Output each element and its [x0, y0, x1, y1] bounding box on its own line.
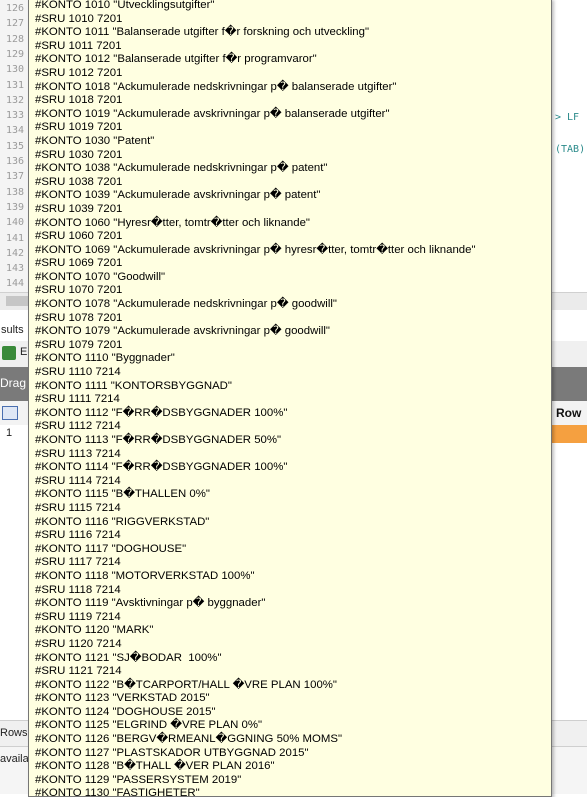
tooltip-line: #SRU 1119 7214 [35, 610, 121, 623]
line-number: 135 [6, 140, 25, 152]
tooltip-line: #SRU 1060 7201 [35, 230, 123, 243]
tooltip-line: #KONTO 1038 "Ackumulerade nedskrivningar… [35, 162, 328, 175]
tooltip-line: #KONTO 1110 "Byggnader" [35, 352, 175, 365]
tooltip-line: #KONTO 1115 "B�THALLEN 0%" [35, 488, 210, 501]
row-number: 1 [6, 427, 13, 439]
tooltip-line: #SRU 1121 7214 [35, 665, 122, 678]
tooltip-line: #SRU 1030 7201 [35, 148, 123, 161]
line-number: 126 [6, 3, 25, 14]
tooltip-line: #SRU 1078 7201 [35, 311, 123, 324]
code-fragment: > LF [555, 112, 580, 123]
tooltip-line: #KONTO 1126 "BERGV�RMEANL�GGNING 50% MOM… [35, 733, 343, 746]
tooltip-line: #SRU 1011 7201 [35, 39, 122, 52]
tooltip-line: #SRU 1117 7214 [35, 556, 121, 569]
tooltip-line: #KONTO 1018 "Ackumulerade nedskrivningar… [35, 80, 397, 93]
tooltip-line: #SRU 1120 7214 [35, 637, 122, 650]
line-number: 130 [6, 64, 25, 76]
line-number: 144 [6, 278, 25, 290]
line-number: 141 [6, 232, 25, 244]
line-number-gutter: 126 127 128 129 130 131 132 133 134 135 136 137 138 1… [0, 0, 28, 292]
line-number: 139 [6, 201, 25, 213]
code-fragment: (TAB) [555, 144, 586, 155]
line-number: 136 [6, 156, 25, 167]
tooltip-content: #KONTO 1010 "Utvecklingsutgifter" #SRU 10… [29, 0, 551, 797]
tooltip-line: #KONTO 1069 "Ackumulerade avskrivningar … [35, 243, 476, 256]
drag-label: Drag [0, 376, 27, 390]
status-text: availa [0, 753, 29, 765]
line-number: 129 [6, 48, 25, 60]
column-header-row[interactable]: Row [551, 401, 587, 425]
tooltip-line: #SRU 1010 7201 [35, 12, 123, 25]
tooltip-line: #SRU 1079 7201 [35, 338, 123, 351]
tooltip-line: #KONTO 1118 "MOTORVERKSTAD 100%" [35, 569, 255, 582]
tooltip-line: #SRU 1111 7214 [35, 393, 120, 406]
line-number: 142 [6, 247, 25, 259]
line-number: 132 [6, 94, 25, 106]
line-number: 127 [6, 18, 25, 30]
tooltip-line: #SRU 1018 7201 [35, 94, 123, 107]
tooltip-line: #KONTO 1130 "FASTIGHETER" [35, 787, 200, 797]
selected-cell[interactable] [551, 425, 587, 443]
tooltip-line: #KONTO 1078 "Ackumulerade nedskrivningar… [35, 298, 337, 311]
tooltip-line: #KONTO 1125 "ELGRIND �VRE PLAN 0%" [35, 719, 262, 732]
toolbar-label[interactable]: E [20, 346, 27, 358]
tooltip-line: #SRU 1069 7201 [35, 257, 123, 270]
line-number: 137 [6, 171, 25, 183]
value-tooltip: #KONTO 1010 "Utvecklingsutgifter" #SRU 10… [28, 0, 552, 797]
rows-tab[interactable]: Rows [0, 727, 28, 739]
tooltip-line: #SRU 1019 7201 [35, 121, 123, 134]
tooltip-line: #KONTO 1010 "Utvecklingsutgifter" [35, 0, 215, 11]
line-number: 138 [6, 186, 25, 198]
tooltip-line: #KONTO 1121 "SJ�BODAR 100%" [35, 651, 222, 664]
tooltip-line: #KONTO 1011 "Balanserade utgifter f�r fo… [35, 26, 370, 39]
tooltip-line: #KONTO 1123 "VERKSTAD 2015" [35, 692, 210, 705]
tooltip-line: #KONTO 1079 "Ackumulerade avskrivningar … [35, 325, 330, 338]
tooltip-line: #KONTO 1039 "Ackumulerade avskrivningar … [35, 189, 321, 202]
line-number: 133 [6, 110, 25, 122]
tooltip-line: #KONTO 1124 "DOGHOUSE 2015" [35, 705, 216, 718]
tooltip-line: #KONTO 1060 "Hyresr�tter, tomtr�tter och… [35, 216, 310, 229]
line-number: 131 [6, 79, 25, 91]
tooltip-line: #KONTO 1030 "Patent" [35, 134, 155, 147]
line-number: 134 [6, 125, 25, 137]
tooltip-line: #KONTO 1128 "B�THALL �VER PLAN 2016" [35, 760, 275, 773]
tooltip-line: #KONTO 1119 "Avsktivningar p� byggnader" [35, 597, 266, 610]
tooltip-line: #KONTO 1111 "KONTORSBYGGNAD" [35, 379, 232, 392]
tooltip-line: #KONTO 1129 "PASSERSYSTEM 2019" [35, 773, 242, 786]
tooltip-line: #SRU 1038 7201 [35, 175, 123, 188]
tooltip-line: #KONTO 1012 "Balanserade utgifter f�r pr… [35, 53, 317, 66]
line-number: 128 [6, 33, 25, 45]
tooltip-line: #SRU 1039 7201 [35, 202, 123, 215]
tooltip-line: #SRU 1118 7214 [35, 583, 121, 596]
tooltip-line: #KONTO 1116 "RIGGVERKSTAD" [35, 515, 210, 528]
tooltip-line: #KONTO 1120 "MARK" [35, 624, 154, 637]
tooltip-line: #SRU 1115 7214 [35, 501, 121, 514]
tooltip-line: #KONTO 1122 "B�TCARPORT/HALL �VRE PLAN 1… [35, 678, 337, 691]
results-tab[interactable]: sults [0, 320, 24, 340]
tooltip-line: #SRU 1114 7214 [35, 474, 121, 487]
tooltip-line: #SRU 1116 7214 [35, 529, 121, 542]
grid-icon[interactable] [2, 406, 18, 420]
tooltip-line: #KONTO 1127 "PLASTSKADOR UTBYGGNAD 2015" [35, 746, 309, 759]
tooltip-line: #SRU 1113 7214 [35, 447, 121, 460]
tooltip-line: #SRU 1112 7214 [35, 420, 121, 433]
tooltip-line: #SRU 1070 7201 [35, 284, 123, 297]
tooltip-line: #KONTO 1112 "F�RR�DSBYGGNADER 100%" [35, 406, 288, 419]
tooltip-line: #KONTO 1113 "F�RR�DSBYGGNADER 50%" [35, 434, 282, 446]
tooltip-line: #KONTO 1117 "DOGHOUSE" [35, 542, 187, 555]
line-number: 143 [6, 263, 25, 275]
tooltip-line: #KONTO 1070 "Goodwill" [35, 270, 166, 283]
export-icon[interactable] [2, 346, 16, 360]
tooltip-line: #SRU 1012 7201 [35, 66, 123, 79]
tooltip-line: #KONTO 1114 "F�RR�DSBYGGNADER 100%" [35, 461, 288, 474]
line-number: 140 [6, 217, 25, 229]
tooltip-line: #KONTO 1019 "Ackumulerade avskrivningar … [35, 107, 390, 120]
tooltip-line: #SRU 1110 7214 [35, 366, 121, 379]
